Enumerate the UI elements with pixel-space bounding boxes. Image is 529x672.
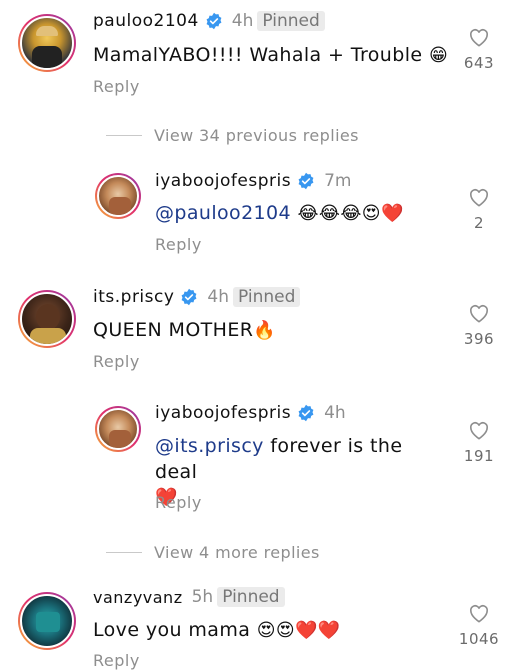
emoji: 🔥 bbox=[253, 320, 277, 341]
divider-line bbox=[106, 552, 142, 553]
like-count: 1046 bbox=[458, 630, 500, 648]
pinned-badge: Pinned bbox=[257, 11, 325, 31]
view-more-label: View 4 more replies bbox=[154, 543, 320, 562]
reply-button[interactable]: Reply bbox=[155, 493, 202, 512]
reply-button[interactable]: Reply bbox=[93, 352, 140, 371]
heart-outline-icon bbox=[469, 28, 489, 47]
emoji: 😂😂😂😍❤️ bbox=[297, 203, 404, 224]
timestamp: 7m bbox=[324, 171, 352, 191]
username[interactable]: pauloo2104 bbox=[93, 11, 199, 31]
verified-badge-icon bbox=[181, 288, 197, 306]
username[interactable]: iyaboojofespris bbox=[155, 403, 291, 423]
like-button[interactable]: 1046 bbox=[455, 603, 503, 648]
like-button[interactable]: 396 bbox=[459, 303, 499, 348]
verified-badge-icon bbox=[206, 12, 222, 30]
view-previous-label: View 34 previous replies bbox=[154, 126, 359, 145]
comment-text: MamalYABO!!!! Wahala + Trouble 😁 bbox=[93, 44, 449, 66]
avatar[interactable] bbox=[18, 290, 76, 348]
reply-button[interactable]: Reply bbox=[93, 651, 140, 670]
emoji: 😍😍❤️❤️ bbox=[256, 620, 341, 641]
verified-badge-icon bbox=[298, 172, 314, 190]
like-count: 191 bbox=[463, 447, 495, 465]
like-count: 2 bbox=[473, 214, 485, 232]
username[interactable]: iyaboojofespris bbox=[155, 171, 291, 191]
emoji: 😁 bbox=[428, 45, 449, 66]
mention-link[interactable]: @its.priscy bbox=[155, 435, 264, 457]
comment-text: @pauloo2104 😂😂😂😍❤️ bbox=[155, 200, 404, 227]
avatar[interactable] bbox=[18, 14, 76, 72]
timestamp: 4h bbox=[231, 11, 254, 31]
pinned-badge: Pinned bbox=[217, 587, 285, 607]
reply-button[interactable]: Reply bbox=[155, 235, 202, 254]
like-count: 396 bbox=[463, 330, 495, 348]
comment-text: QUEEN MOTHER🔥 bbox=[93, 319, 277, 341]
heart-outline-icon bbox=[469, 188, 489, 207]
view-previous-replies[interactable]: View 34 previous replies bbox=[106, 126, 359, 145]
avatar[interactable] bbox=[95, 406, 141, 452]
pinned-badge: Pinned bbox=[233, 287, 301, 307]
timestamp: 4h bbox=[324, 403, 346, 423]
heart-outline-icon bbox=[469, 421, 489, 440]
comment-text: Love you mama 😍😍❤️❤️ bbox=[93, 619, 341, 641]
heart-outline-icon bbox=[469, 604, 489, 623]
avatar[interactable] bbox=[18, 592, 76, 650]
like-button[interactable]: 643 bbox=[459, 27, 499, 72]
divider-line bbox=[106, 135, 142, 136]
username[interactable]: its.priscy bbox=[93, 287, 174, 307]
like-button[interactable]: 191 bbox=[459, 420, 499, 465]
mention-link[interactable]: @pauloo2104 bbox=[155, 202, 291, 224]
like-count: 643 bbox=[463, 54, 495, 72]
timestamp: 5h bbox=[191, 587, 214, 607]
like-button[interactable]: 2 bbox=[459, 187, 499, 232]
reply-button[interactable]: Reply bbox=[93, 77, 140, 96]
avatar[interactable] bbox=[95, 173, 141, 219]
timestamp: 4h bbox=[207, 287, 230, 307]
verified-badge-icon bbox=[298, 404, 314, 422]
view-more-replies[interactable]: View 4 more replies bbox=[106, 543, 320, 562]
heart-outline-icon bbox=[469, 304, 489, 323]
username[interactable]: vanzyvanz bbox=[93, 588, 183, 607]
